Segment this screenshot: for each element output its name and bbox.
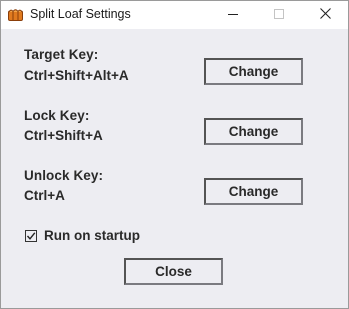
unlock-key-label: Unlock Key:: [24, 168, 104, 183]
run-on-startup-label[interactable]: Run on startup: [44, 228, 140, 243]
lock-key-value: Ctrl+Shift+A: [24, 128, 103, 143]
target-key-label: Target Key:: [24, 47, 99, 62]
close-window-button[interactable]: [302, 1, 348, 29]
minimize-button[interactable]: [210, 1, 256, 29]
close-button[interactable]: Close: [124, 258, 223, 285]
unlock-key-value: Ctrl+A: [24, 188, 65, 203]
change-lock-key-button[interactable]: Change: [204, 118, 303, 145]
maximize-icon: [274, 6, 284, 24]
maximize-button[interactable]: [256, 1, 302, 29]
checkmark-icon: [26, 232, 36, 240]
target-key-value: Ctrl+Shift+Alt+A: [24, 68, 129, 83]
change-target-key-button[interactable]: Change: [204, 58, 303, 85]
minimize-icon: [228, 6, 238, 24]
close-icon: [319, 6, 331, 24]
bread-loaf-icon: [8, 8, 23, 21]
run-on-startup-checkbox[interactable]: [25, 230, 37, 242]
lock-key-label: Lock Key:: [24, 108, 90, 123]
settings-window: Split Loaf Settings Target Key: Ctrl+Shi…: [0, 0, 349, 309]
title-bar[interactable]: Split Loaf Settings: [1, 1, 348, 29]
change-unlock-key-button[interactable]: Change: [204, 178, 303, 205]
window-title: Split Loaf Settings: [30, 7, 131, 21]
